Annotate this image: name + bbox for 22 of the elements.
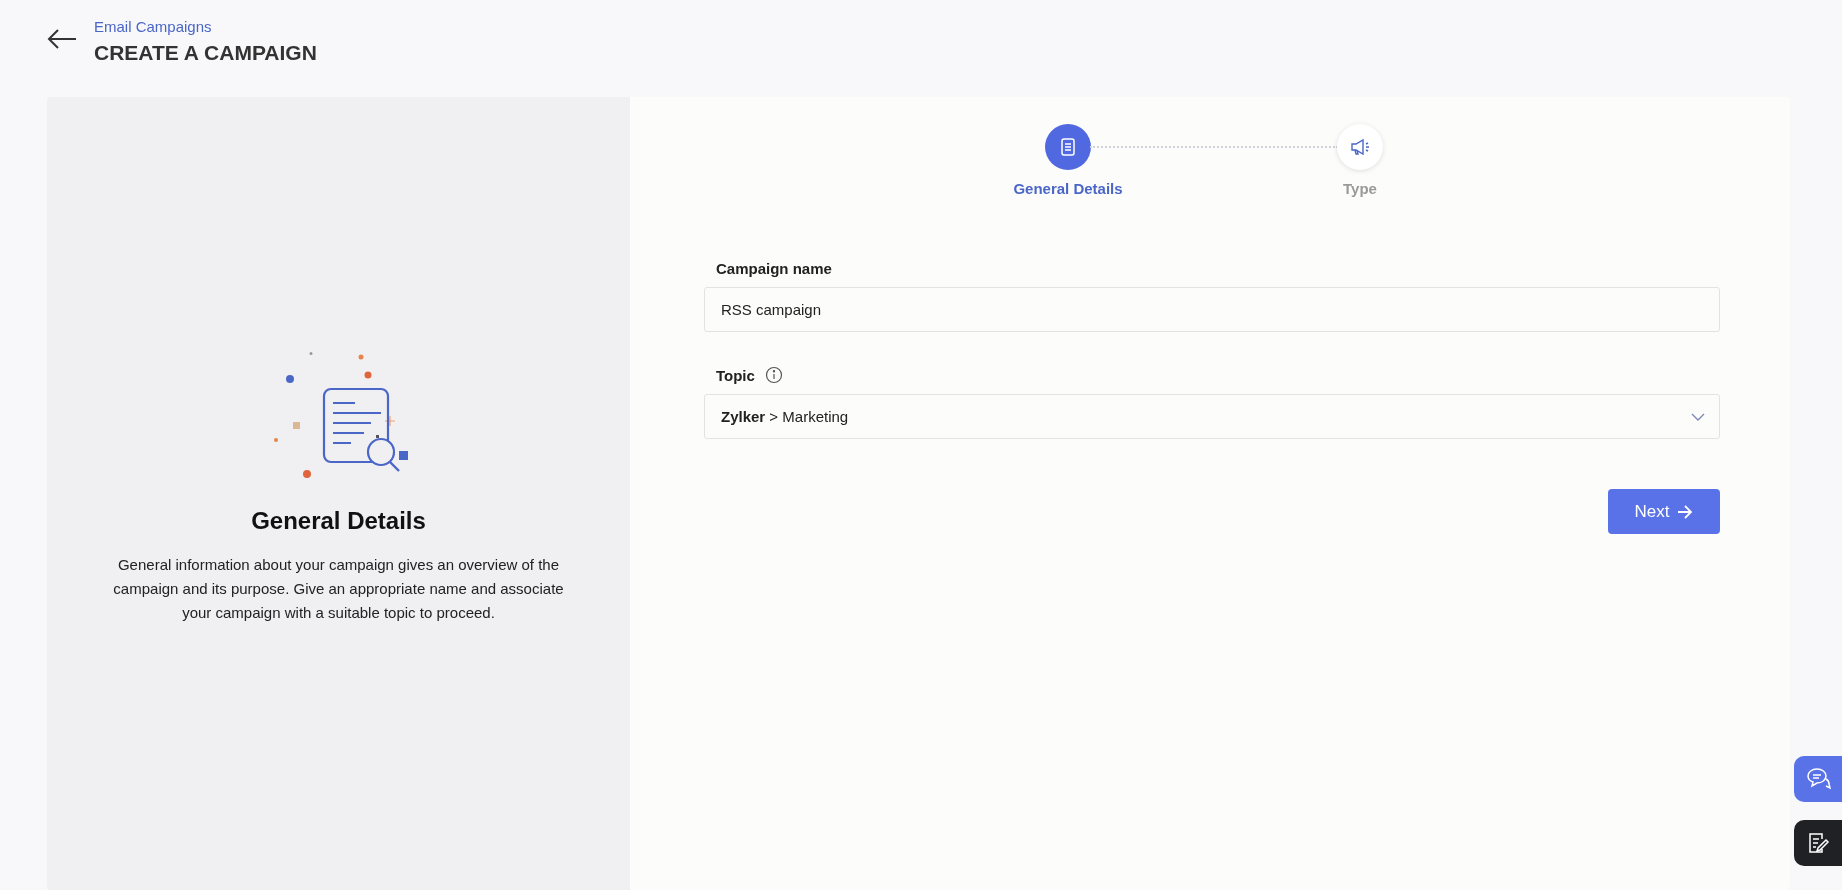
chevron-down-icon xyxy=(1691,412,1705,421)
field-label: Topic xyxy=(716,366,755,384)
breadcrumb-link[interactable]: Email Campaigns xyxy=(94,18,317,35)
back-button[interactable] xyxy=(46,28,78,50)
info-title: General Details xyxy=(251,507,426,535)
megaphone-icon xyxy=(1349,136,1371,158)
campaign-name-field[interactable]: RSS campaign xyxy=(704,287,1720,332)
info-icon[interactable] xyxy=(764,366,783,384)
step-tab[interactable]: Type xyxy=(1290,124,1430,197)
next-button[interactable]: Next xyxy=(1608,489,1720,534)
document-icon xyxy=(1058,137,1078,157)
topic-dropdown[interactable]: Zylker > Marketing xyxy=(704,394,1720,439)
chat-button[interactable] xyxy=(1794,756,1842,802)
arrow-right-icon xyxy=(1677,504,1694,519)
info-description: General information about your campaign gives an overview of the campaign and its purpose. Give an appropriate name and associate your campaign with a suitable topic to proceed. xyxy=(112,555,565,623)
feedback-button[interactable] xyxy=(1794,820,1842,866)
chat-icon xyxy=(1805,766,1831,792)
note-edit-icon xyxy=(1806,831,1830,855)
field-label: Campaign name xyxy=(716,260,832,277)
back-arrow-icon xyxy=(46,28,78,50)
step-tab[interactable]: General Details xyxy=(998,124,1138,197)
page-title: CREATE A CAMPAIGN xyxy=(94,41,317,65)
